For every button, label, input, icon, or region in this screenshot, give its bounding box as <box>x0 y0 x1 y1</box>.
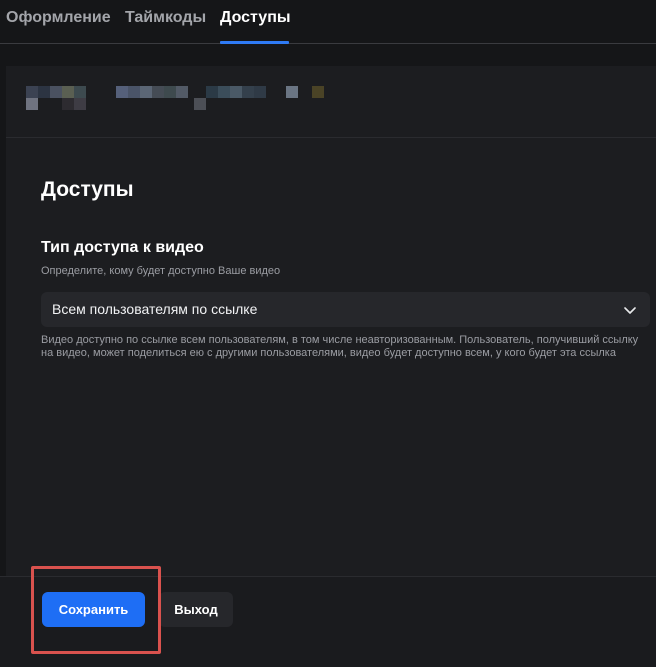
settings-panel: Доступы Тип доступа к видео Определите, … <box>6 66 656 576</box>
active-tab-indicator <box>220 41 289 44</box>
access-description: Видео доступно по ссылке всем пользовате… <box>41 334 639 359</box>
exit-button[interactable]: Выход <box>159 592 233 627</box>
access-type-hint: Определите, кому будет доступно Ваше вид… <box>41 265 281 277</box>
blurred-video-info <box>6 66 656 138</box>
chevron-down-icon <box>624 307 636 314</box>
access-type-label: Тип доступа к видео <box>41 239 204 256</box>
tab-timecodes[interactable]: Таймкоды <box>125 9 206 27</box>
tab-access[interactable]: Доступы <box>220 9 291 27</box>
section-title: Доступы <box>41 178 134 201</box>
tab-bar: Оформление Таймкоды Доступы <box>0 0 656 44</box>
save-button[interactable]: Сохранить <box>42 592 145 627</box>
access-type-selected-value: Всем пользователям по ссылке <box>52 301 258 317</box>
tab-design[interactable]: Оформление <box>6 9 111 27</box>
access-type-select[interactable]: Всем пользователям по ссылке <box>41 292 650 327</box>
